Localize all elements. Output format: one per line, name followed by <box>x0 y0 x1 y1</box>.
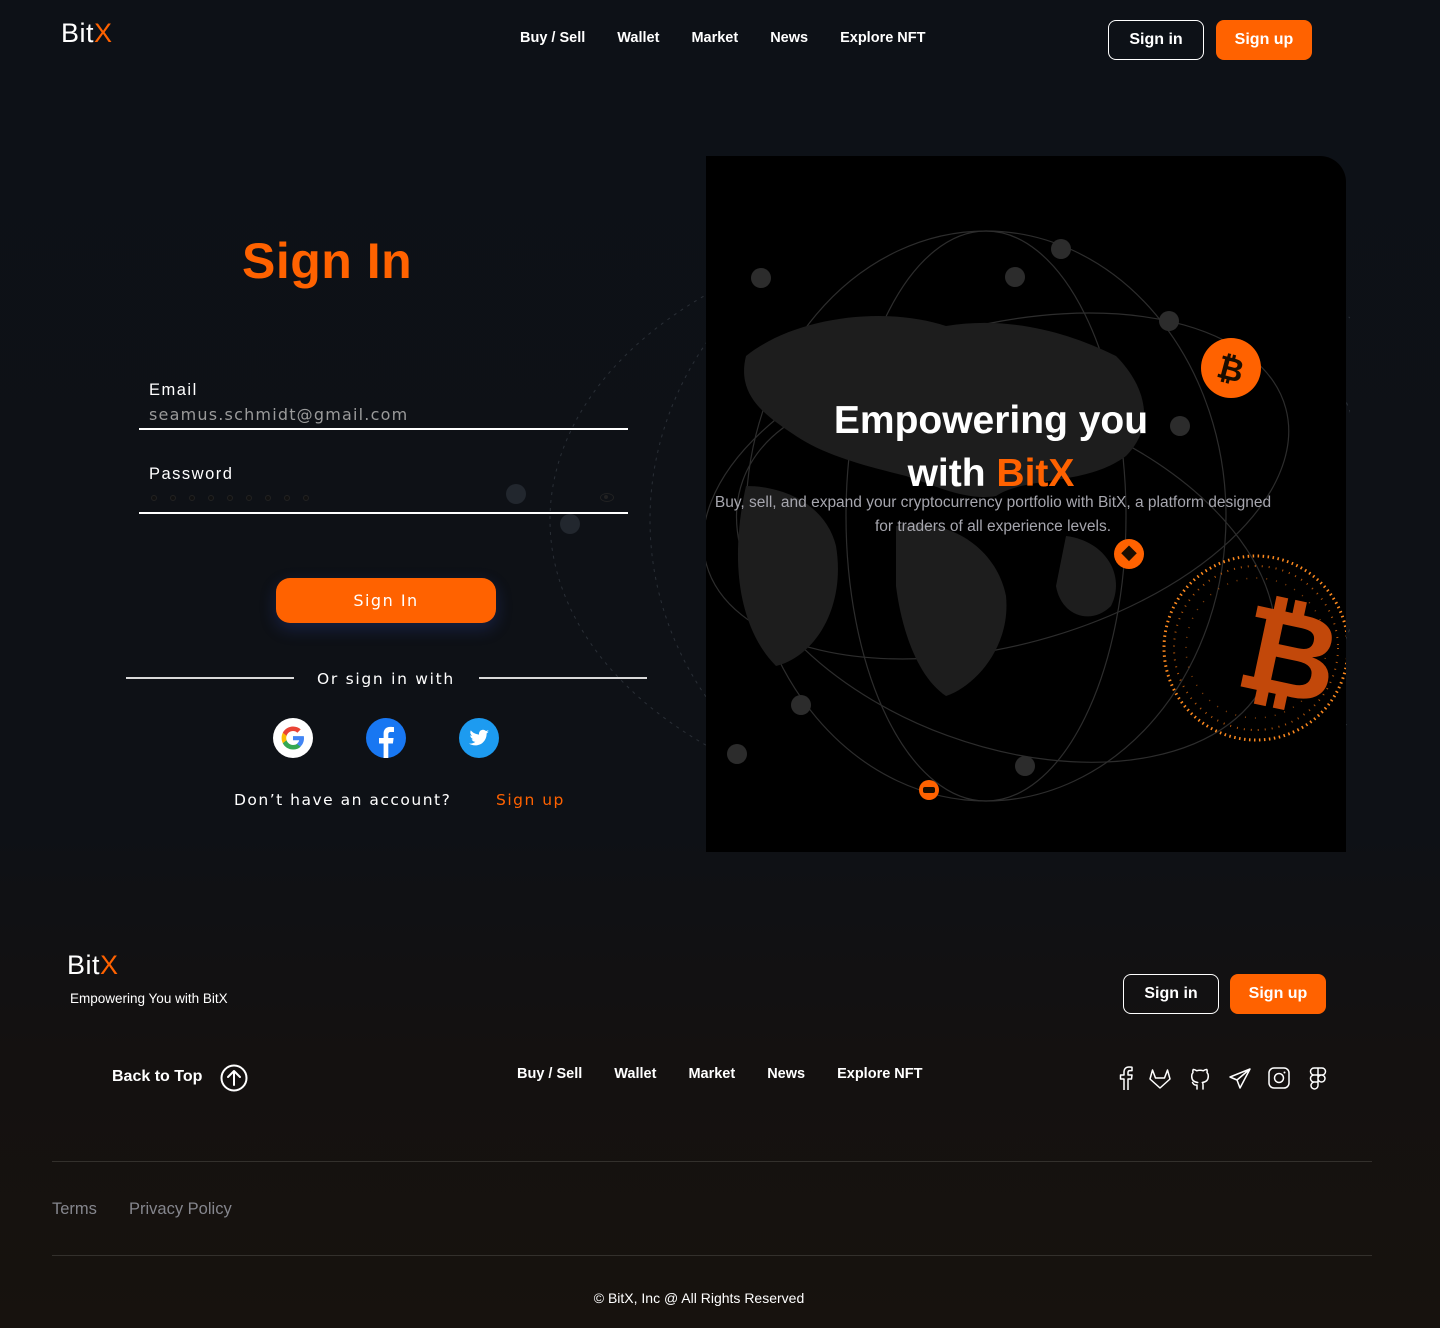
svg-text:₿: ₿ <box>1227 577 1346 733</box>
password-dot <box>246 495 252 501</box>
logo[interactable]: BitX <box>61 18 113 49</box>
facebook-icon <box>1119 1066 1133 1090</box>
footer-nav: Buy / Sell Wallet Market News Explore NF… <box>517 1066 923 1082</box>
header-signup-button[interactable]: Sign up <box>1216 20 1312 60</box>
footer-logo[interactable]: BitX <box>67 950 119 981</box>
email-field[interactable] <box>139 400 628 428</box>
arrow-up-circle-icon[interactable] <box>220 1064 248 1092</box>
nav-market[interactable]: Market <box>691 30 738 46</box>
password-dot <box>303 495 309 501</box>
footer-facebook-link[interactable] <box>1114 1065 1138 1091</box>
promo-heading-brand: BitX <box>996 452 1075 495</box>
coin-small-icon <box>1114 539 1144 569</box>
password-dot <box>151 495 157 501</box>
promo-panel: ₿ ₿ Empowering you with BitX Buy, sell, … <box>706 156 1346 852</box>
back-to-top-link[interactable]: Back to Top <box>112 1068 202 1086</box>
facebook-signin-button[interactable] <box>366 718 406 758</box>
nav-explore-nft[interactable]: Explore NFT <box>840 30 925 46</box>
password-dot <box>227 495 233 501</box>
terms-link[interactable]: Terms <box>52 1200 97 1219</box>
footer-tagline: Empowering You with BitX <box>70 991 228 1006</box>
divider-right <box>479 677 647 679</box>
page-title: Sign In <box>242 233 413 289</box>
bitcoin-sphere-illustration: ₿ <box>1162 554 1346 742</box>
twitter-icon <box>459 718 499 758</box>
dash-coin-icon <box>919 780 939 800</box>
footer-github-link[interactable] <box>1188 1065 1212 1091</box>
nav-buy-sell[interactable]: Buy / Sell <box>520 30 585 46</box>
promo-heading-line1: Empowering you <box>833 399 1149 442</box>
password-mask <box>151 484 309 512</box>
copyright: © BitX, Inc @ All Rights Reserved <box>593 1290 805 1306</box>
footer-signup-button[interactable]: Sign up <box>1230 974 1326 1014</box>
privacy-policy-link[interactable]: Privacy Policy <box>129 1200 232 1219</box>
password-dot <box>265 495 271 501</box>
password-dot <box>284 495 290 501</box>
footer-gitlab-link[interactable] <box>1148 1065 1172 1091</box>
footer-nav-news[interactable]: News <box>767 1066 805 1082</box>
nav-wallet[interactable]: Wallet <box>617 30 659 46</box>
password-dot <box>189 495 195 501</box>
password-dot <box>170 495 176 501</box>
instagram-icon <box>1268 1067 1290 1089</box>
promo-heading: Empowering you with BitX <box>706 394 1276 500</box>
figma-icon <box>1309 1067 1327 1090</box>
password-field[interactable] <box>139 484 628 514</box>
gitlab-icon <box>1149 1069 1171 1089</box>
email-label: Email <box>149 381 198 399</box>
page: BitX Buy / Sell Wallet Market News Explo… <box>0 0 1440 1328</box>
no-account-text: Don’t have an account? <box>234 791 452 809</box>
password-dot <box>208 495 214 501</box>
promo-subtitle: Buy, sell, and expand your cryptocurrenc… <box>714 494 1272 535</box>
facebook-icon <box>366 718 406 758</box>
footer-nav-explore-nft[interactable]: Explore NFT <box>837 1066 922 1082</box>
google-signin-button[interactable] <box>273 718 313 758</box>
or-sign-in-with: Or sign in with <box>317 670 455 688</box>
header-signin-button[interactable]: Sign in <box>1108 20 1204 60</box>
email-field-wrapper <box>139 400 628 430</box>
footer-signin-button[interactable]: Sign in <box>1123 974 1219 1014</box>
password-label: Password <box>149 465 234 483</box>
google-icon <box>273 718 313 758</box>
github-icon <box>1190 1068 1210 1090</box>
main-nav: Buy / Sell Wallet Market News Explore NF… <box>520 30 926 46</box>
footer-divider-bottom <box>52 1255 1372 1256</box>
bitcoin-badge-icon: ₿ <box>1201 338 1261 398</box>
footer-divider-top <box>52 1161 1372 1162</box>
footer-nav-wallet[interactable]: Wallet <box>614 1066 656 1082</box>
footer-figma-link[interactable] <box>1306 1065 1330 1091</box>
promo-heading-with: with <box>907 452 986 495</box>
nav-news[interactable]: News <box>770 30 808 46</box>
footer-nav-market[interactable]: Market <box>688 1066 735 1082</box>
footer-telegram-link[interactable] <box>1228 1065 1252 1091</box>
signup-link[interactable]: Sign up <box>496 791 565 809</box>
sign-in-submit-button[interactable]: Sign In <box>276 578 496 623</box>
twitter-signin-button[interactable] <box>459 718 499 758</box>
footer-instagram-link[interactable] <box>1267 1065 1291 1091</box>
telegram-icon <box>1229 1068 1251 1089</box>
eye-icon[interactable] <box>600 493 614 502</box>
divider-left <box>126 677 294 679</box>
footer-nav-buy-sell[interactable]: Buy / Sell <box>517 1066 582 1082</box>
